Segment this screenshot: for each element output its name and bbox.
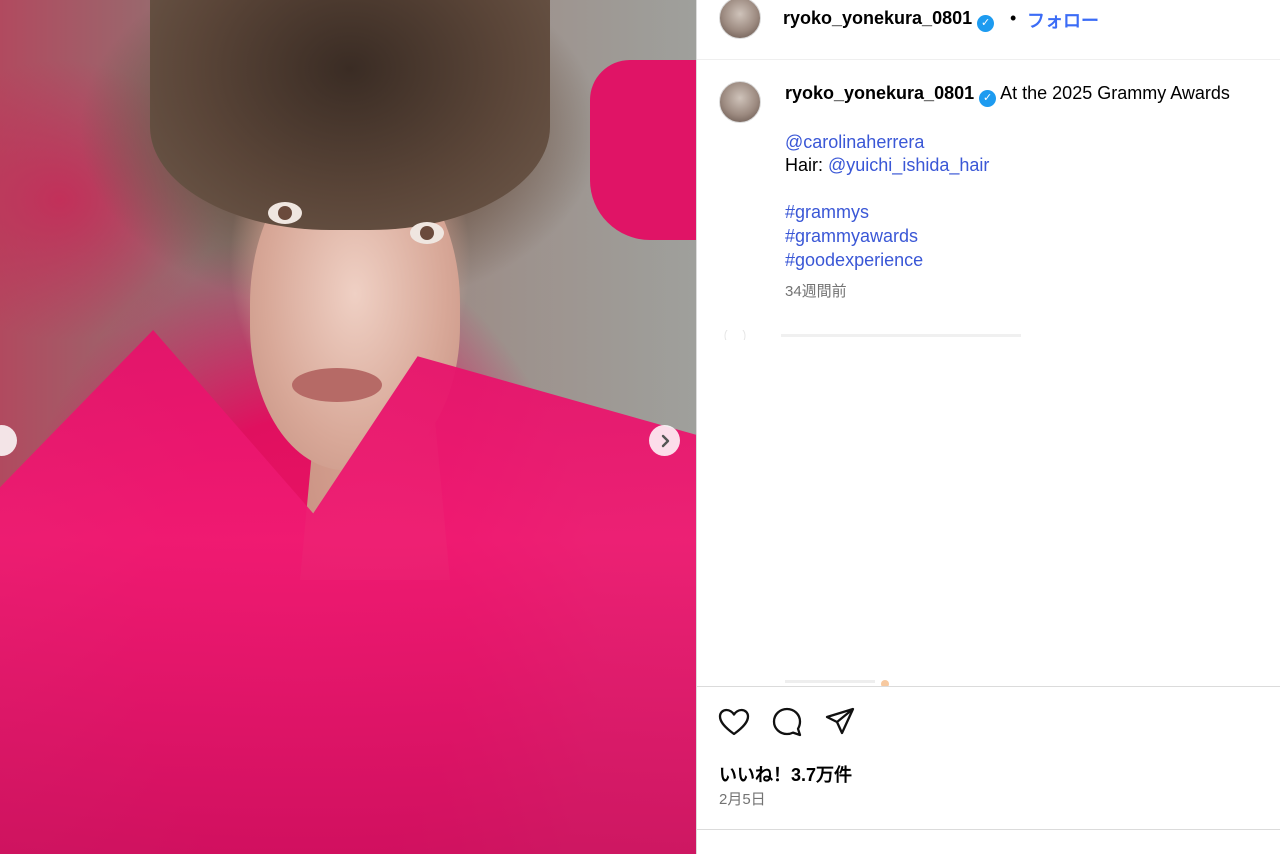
heart-icon[interactable] xyxy=(717,705,751,739)
verified-badge-icon: ✓ xyxy=(979,90,997,107)
photo-hair xyxy=(150,0,550,230)
caption-text: At the 2025 Grammy Awards xyxy=(1000,83,1230,103)
photo-lips xyxy=(292,368,382,402)
photo-eye-right xyxy=(410,222,444,244)
hashtag-grammyawards[interactable]: #grammyawards xyxy=(785,226,918,246)
post-photo xyxy=(0,0,696,854)
post-header: ryoko_yonekura_0801 ✓ • フォロー xyxy=(697,0,1280,60)
caption-username[interactable]: ryoko_yonekura_0801 xyxy=(785,83,974,103)
post-actions: いいね！3.7万件 2月5日 xyxy=(697,686,1280,830)
send-icon[interactable] xyxy=(823,705,857,739)
verified-badge-icon: ✓ xyxy=(977,15,995,32)
post-side-panel: ryoko_yonekura_0801 ✓ • フォロー ryoko_yoneku… xyxy=(696,0,1280,854)
photo-eye-left xyxy=(268,202,302,224)
mention-carolinaherrera[interactable]: @carolinaherrera xyxy=(785,132,924,152)
avatar[interactable] xyxy=(719,0,761,39)
caption-avatar[interactable] xyxy=(719,81,761,123)
loading-comment-placeholder xyxy=(724,330,1021,340)
header-separator: • xyxy=(1010,8,1017,28)
chevron-right-icon xyxy=(661,434,669,447)
hair-label: Hair: xyxy=(785,155,829,176)
post-caption: ryoko_yonekura_0801 ✓ At the 2025 Grammy … xyxy=(785,82,1265,272)
hashtag-grammys[interactable]: #grammys xyxy=(785,202,869,222)
carousel-next-button[interactable] xyxy=(649,425,680,456)
loading-placeholder xyxy=(785,680,889,686)
header-username-text[interactable]: ryoko_yonekura_0801 xyxy=(783,8,972,28)
follow-button[interactable]: フォロー xyxy=(1027,7,1099,33)
comment-icon[interactable] xyxy=(770,705,804,739)
photo-arm xyxy=(590,60,696,240)
hashtag-goodexperience[interactable]: #goodexperience xyxy=(785,250,923,270)
header-username[interactable]: ryoko_yonekura_0801 ✓ xyxy=(783,8,995,32)
mention-yuichi-ishida-hair[interactable]: @yuichi_ishida_hair xyxy=(828,155,989,175)
caption-time-ago: 34週間前 xyxy=(785,283,847,300)
post-date: 2月5日 xyxy=(719,791,766,808)
likes-count[interactable]: いいね！3.7万件 xyxy=(719,761,852,787)
carousel-prev-button[interactable] xyxy=(0,425,17,456)
